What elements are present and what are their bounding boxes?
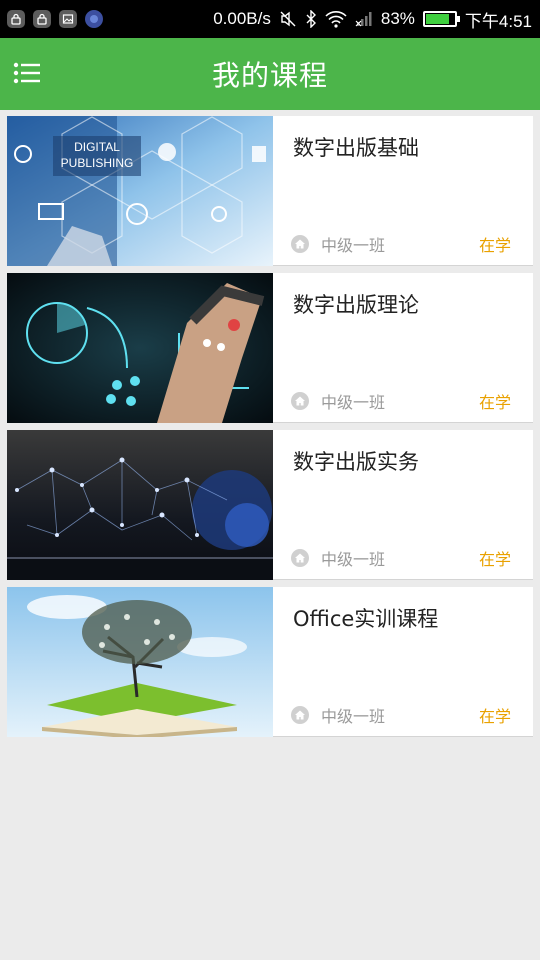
course-card[interactable]: DIGITAL PUBLISHING 数字出版基础 中级一班 在学: [7, 116, 533, 266]
course-info: 数字出版实务 中级一班 在学: [273, 430, 533, 579]
course-info: 数字出版基础 中级一班 在学: [273, 116, 533, 265]
course-thumbnail: [7, 430, 273, 580]
cellular-signal-icon: [355, 12, 372, 27]
status-bar: 0.00B/s 83% 下午4:51: [0, 0, 540, 38]
course-status: 在学: [478, 707, 511, 726]
course-title: 数字出版基础: [293, 136, 419, 160]
thumbnail-caption: DIGITAL: [74, 140, 120, 154]
browser-icon: [85, 10, 103, 28]
course-card[interactable]: 数字出版理论 中级一班 在学: [7, 273, 533, 423]
home-icon: [291, 235, 309, 253]
battery-percent: 83%: [380, 9, 415, 28]
course-title: Office实训课程: [293, 607, 439, 631]
class-name: 中级一班: [321, 707, 386, 726]
course-thumbnail: [7, 587, 273, 737]
course-meta: 中级一班 在学: [291, 233, 511, 255]
list-menu-icon[interactable]: [12, 58, 42, 88]
bluetooth-icon: [306, 10, 316, 28]
course-card[interactable]: Office实训课程 中级一班 在学: [7, 587, 533, 737]
course-thumbnail: DIGITAL PUBLISHING: [7, 116, 273, 266]
page-title: 我的课程: [211, 59, 328, 92]
course-status: 在学: [478, 550, 511, 569]
course-title: 数字出版实务: [293, 450, 419, 474]
course-card[interactable]: 数字出版实务 中级一班 在学: [7, 430, 533, 580]
course-info: 数字出版理论 中级一班 在学: [273, 273, 533, 422]
course-title: 数字出版理论: [293, 293, 419, 317]
class-name: 中级一班: [321, 236, 386, 255]
thumbnail-caption: PUBLISHING: [61, 156, 134, 170]
app-header: 我的课程: [0, 38, 540, 110]
notification-area: [0, 10, 103, 28]
battery-level: [425, 14, 450, 24]
course-thumbnail: [7, 273, 273, 423]
clock: 下午4:51: [464, 11, 532, 31]
course-status: 在学: [478, 393, 511, 412]
course-info: Office实训课程 中级一班 在学: [273, 587, 533, 736]
wifi-icon: [325, 11, 347, 28]
battery-icon: [422, 11, 460, 27]
course-meta: 中级一班 在学: [291, 390, 511, 412]
mute-icon: [280, 11, 296, 27]
course-status: 在学: [478, 236, 511, 255]
lock-app-icon: [33, 10, 51, 28]
lock-app-icon: [7, 10, 25, 28]
class-name: 中级一班: [321, 393, 386, 412]
network-speed: 0.00B/s: [213, 9, 271, 28]
home-icon: [291, 549, 309, 567]
image-icon: [59, 10, 77, 28]
home-icon: [291, 706, 309, 724]
course-list: DIGITAL PUBLISHING 数字出版基础 中级一班 在学 数字出版理论…: [7, 116, 533, 744]
course-meta: 中级一班 在学: [291, 704, 511, 726]
class-name: 中级一班: [321, 550, 386, 569]
system-indicators: 0.00B/s 83% 下午4:51: [213, 0, 532, 38]
home-icon: [291, 392, 309, 410]
course-meta: 中级一班 在学: [291, 547, 511, 569]
